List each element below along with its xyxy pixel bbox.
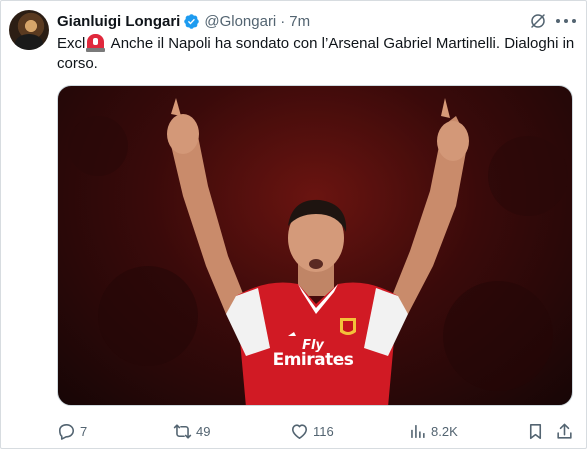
reply-count: 7 [80,423,88,439]
bookmark-button[interactable] [526,420,545,442]
tweet-time[interactable]: 7m [289,13,310,30]
like-count: 116 [313,423,334,439]
reply-button[interactable]: 7 [57,420,87,442]
tweet-text-body: Anche il Napoli ha sondato con l’Arsenal… [57,35,575,72]
views-count: 8.2K [431,423,458,439]
retweet-button[interactable]: 49 [173,420,210,442]
bookmark-icon [529,423,542,439]
tweet-header: Gianluigi Longari @Glongari · 7m [57,11,310,31]
tweet-card[interactable]: Gianluigi Longari @Glongari · 7m Excl An… [0,0,587,449]
shirt-sponsor-text: Fly Emirates [263,338,363,370]
police-car-light-emoji-icon [86,34,106,52]
retweet-icon [173,423,192,439]
avatar[interactable] [9,10,49,50]
tweet-text-lead: Excl [57,35,86,52]
heart-icon [291,423,308,439]
grok-icon[interactable] [529,12,547,30]
share-icon [557,423,572,439]
reply-icon [58,423,75,440]
separator-dot: · [280,12,286,30]
views-button[interactable]: 8.2K [408,420,458,442]
more-icon[interactable] [556,13,576,29]
shirt-sponsor-line2: Emirates [272,350,354,370]
like-button[interactable]: 116 [290,420,334,442]
tweet-actions: 7 49 116 8.2K [57,420,577,442]
retweet-count: 49 [196,423,211,439]
tweet-media-image[interactable]: Fly Emirates [57,85,573,406]
tweet-text: Excl Anche il Napoli ha sondato con l’Ar… [57,34,577,74]
share-button[interactable] [555,420,574,442]
author-name[interactable]: Gianluigi Longari [57,13,180,30]
views-chart-icon [411,424,425,438]
verified-badge-icon[interactable] [183,13,200,30]
author-handle[interactable]: @Glongari [204,13,276,30]
